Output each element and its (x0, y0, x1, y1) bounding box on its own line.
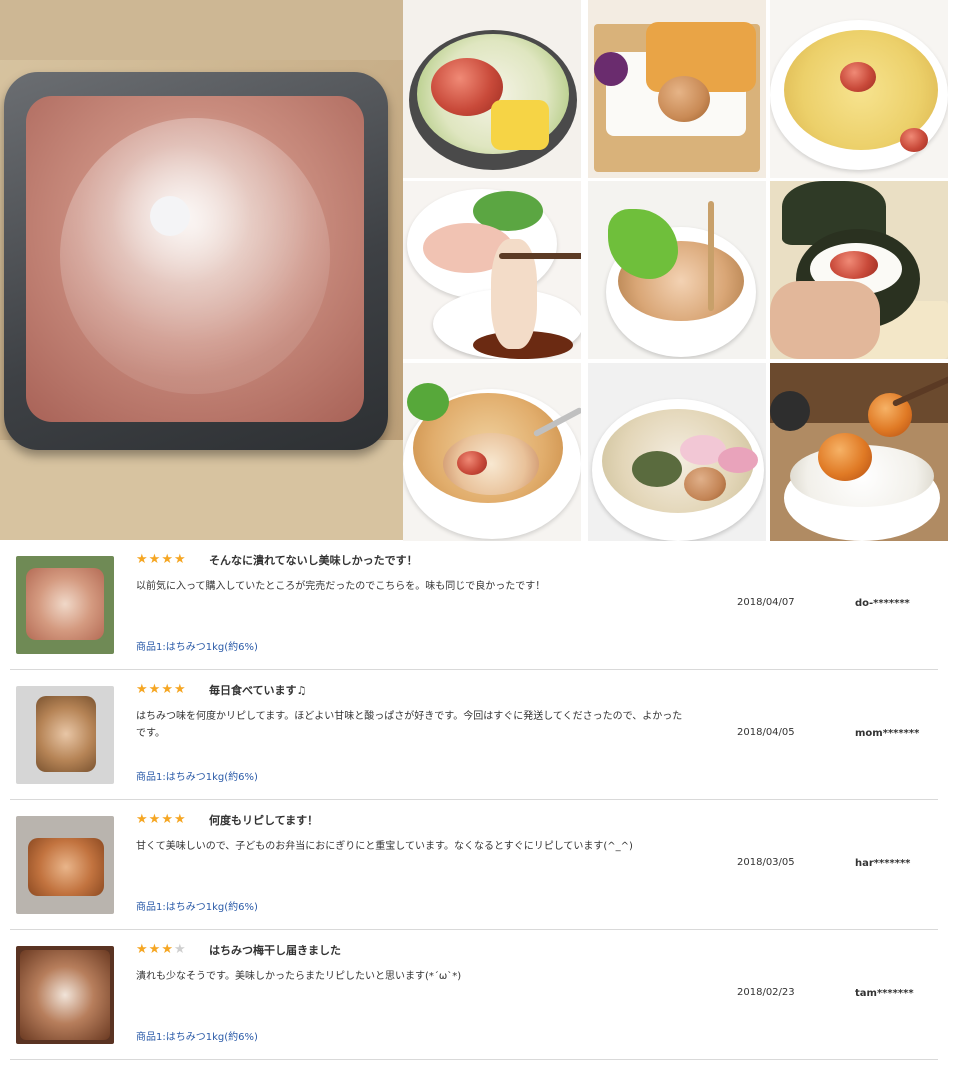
review-title: そんなに潰れてないし美味しかったです！ (209, 554, 418, 567)
review-body: はちみつ味を何度かリピしてます。ほどよい甘味と酸っぱさが好きです。今回はすぐに発… (136, 711, 683, 739)
rice-with-umeboshi-photo[interactable] (770, 363, 948, 541)
rating-stars: ★★★★ (136, 552, 187, 567)
udon-bowl-photo[interactable] (588, 363, 766, 541)
star-filled-icon: ★ (161, 682, 174, 697)
onigiri-photo[interactable] (770, 181, 948, 359)
review-item: ★★★★ 何度もリピしてます！ 甘くて美味しいので、子どものお弁当におにぎりにと… (10, 800, 938, 930)
sashimi-plum-sauce-photo[interactable] (403, 181, 581, 359)
review-item: ★★★★ そんなに潰れてないし美味しかったです！ 以前気に入って購入していたとこ… (10, 540, 938, 670)
star-filled-icon: ★ (173, 552, 187, 567)
review-item: ★★★★ 毎日食べています♫ はちみつ味を何度かリピしてます。ほどよい甘味と酸っ… (10, 670, 938, 800)
review-date: 2018/02/23 (737, 987, 795, 998)
star-filled-icon: ★ (136, 942, 149, 957)
review-list: ★★★★ そんなに潰れてないし美味しかったです！ 以前気に入って購入していたとこ… (0, 540, 953, 1060)
star-filled-icon: ★ (136, 552, 149, 567)
box-flap (0, 0, 403, 60)
review-photo[interactable] (16, 946, 114, 1044)
star-filled-icon: ★ (161, 942, 174, 957)
review-title: 毎日食べています♫ (209, 684, 307, 697)
star-filled-icon: ★ (161, 812, 174, 827)
star-filled-icon: ★ (148, 552, 162, 567)
star-filled-icon: ★ (136, 812, 149, 827)
box-flap (0, 440, 403, 540)
star-filled-icon: ★ (173, 682, 187, 697)
review-product-link[interactable]: 商品1:はちみつ1kg(約6%) (136, 768, 258, 783)
rating-stars: ★★★★ (136, 812, 187, 827)
review-title: はちみつ梅干し届きました (209, 944, 341, 957)
review-product-link[interactable]: 商品1:はちみつ1kg(約6%) (136, 638, 258, 653)
review-date: 2018/04/05 (737, 727, 795, 738)
plastic-bag (60, 118, 330, 394)
review-date: 2018/04/07 (737, 597, 795, 608)
star-filled-icon: ★ (173, 812, 187, 827)
bento-box-photo[interactable] (588, 0, 766, 178)
reviewer-name: do-******* (855, 598, 910, 609)
review-photo[interactable] (16, 816, 114, 914)
product-photo-umeboshi-tray (0, 0, 403, 540)
rating-stars: ★★★★ (136, 682, 187, 697)
bag-knot (150, 196, 190, 236)
review-body: 潰れも少なそうです。美味しかったらまたリピしたいと思います(*´ω`*) (136, 971, 462, 982)
review-body: 甘くて美味しいので、子どものお弁当におにぎりにと重宝しています。なくなるとすぐに… (136, 841, 633, 852)
star-filled-icon: ★ (136, 682, 149, 697)
star-empty-icon: ★ (173, 942, 187, 957)
star-filled-icon: ★ (148, 682, 162, 697)
ochazuke-bowl-photo[interactable] (588, 181, 766, 359)
review-product-link[interactable]: 商品1:はちみつ1kg(約6%) (136, 898, 258, 913)
reviewer-name: mom******* (855, 728, 920, 739)
rating-stars: ★★★★ (136, 942, 187, 957)
reviewer-name: har******* (855, 858, 911, 869)
review-title: 何度もリピしてます！ (209, 814, 319, 827)
reviewer-name: tam******* (855, 988, 914, 999)
review-body: 以前気に入って購入していたところが完売だったのでこちらを。味も同じで良かったです… (136, 581, 546, 592)
umeboshi-pasta-photo[interactable] (770, 0, 948, 178)
review-date: 2018/03/05 (737, 857, 795, 868)
star-filled-icon: ★ (148, 812, 162, 827)
review-photo[interactable] (16, 556, 114, 654)
review-photo[interactable] (16, 686, 114, 784)
umeboshi-rice-bowl-photo[interactable] (403, 0, 581, 178)
review-product-link[interactable]: 商品1:はちみつ1kg(約6%) (136, 1028, 258, 1043)
star-filled-icon: ★ (148, 942, 162, 957)
plum-salad-spoon-photo[interactable] (403, 363, 581, 541)
review-item: ★★★★ はちみつ梅干し届きました 潰れも少なそうです。美味しかったらまたリピし… (10, 930, 938, 1060)
star-filled-icon: ★ (161, 552, 174, 567)
